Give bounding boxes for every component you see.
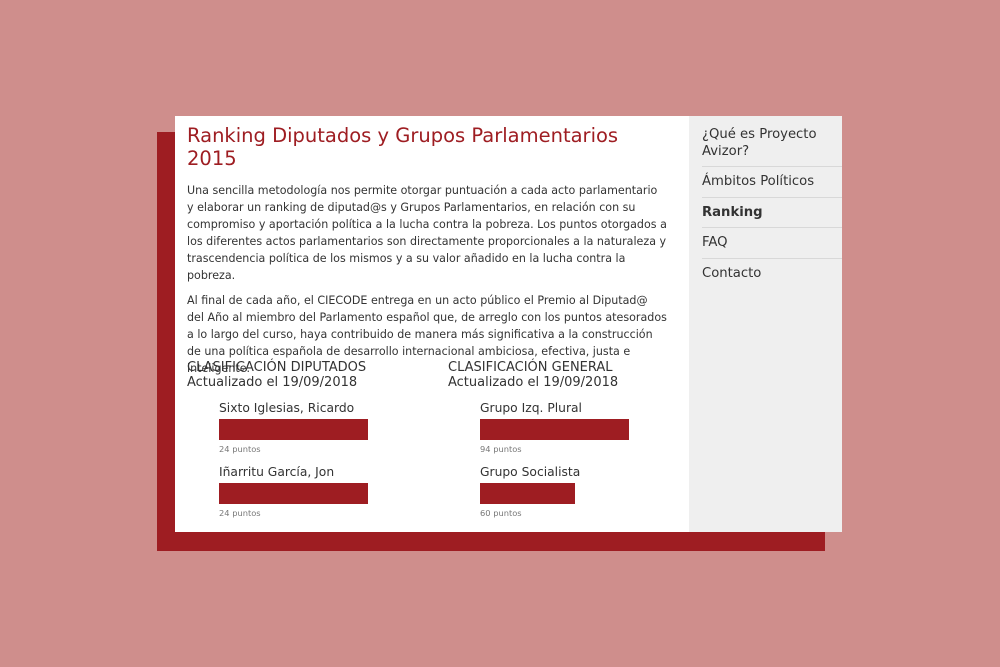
ranking-deputies: CLASIFICACIÓN DIPUTADOS Actualizado el 1… xyxy=(187,360,427,518)
ranking-item-bar xyxy=(219,483,368,504)
ranking-item-bar xyxy=(480,419,629,440)
intro-paragraph: Una sencilla metodología nos permite oto… xyxy=(187,184,667,283)
ranking-deputies-updated: Actualizado el 19/09/2018 xyxy=(187,375,358,390)
sidebar-item-ambitos[interactable]: Ámbitos Políticos xyxy=(702,167,842,198)
ranking-item-name: Grupo Izq. Plural xyxy=(480,401,582,415)
ranking-item: Iñarritu García, Jon 24 puntos xyxy=(219,464,368,519)
page-window: Ranking Diputados y Grupos Parlamentario… xyxy=(175,116,842,532)
sidebar-item-contacto[interactable]: Contacto xyxy=(702,259,842,289)
sidebar-item-ranking[interactable]: Ranking xyxy=(702,198,842,228)
ranking-item-name: Iñarritu García, Jon xyxy=(219,465,335,479)
sidebar-nav: ¿Qué es Proyecto Avizor? Ámbitos Polític… xyxy=(689,116,842,532)
ranking-item-points: 24 puntos xyxy=(219,444,261,454)
ranking-item-points: 94 puntos xyxy=(480,444,522,454)
ranking-item-name: Sixto Iglesias, Ricardo xyxy=(219,401,355,415)
ranking-item: Sixto Iglesias, Ricardo 24 puntos xyxy=(219,400,368,455)
ranking-item: Grupo Socialista 60 puntos xyxy=(480,464,580,519)
ranking-general-updated: Actualizado el 19/09/2018 xyxy=(448,375,619,390)
ranking-general: CLASIFICACIÓN GENERAL Actualizado el 19/… xyxy=(448,360,688,518)
ranking-item-name: Grupo Socialista xyxy=(480,465,581,479)
ranking-item-bar xyxy=(219,419,368,440)
ranking-item-points: 24 puntos xyxy=(219,508,261,518)
sidebar-item-faq[interactable]: FAQ xyxy=(702,228,842,259)
ranking-deputies-heading: CLASIFICACIÓN DIPUTADOS xyxy=(187,360,367,375)
sidebar-item-que-es[interactable]: ¿Qué es Proyecto Avizor? xyxy=(702,127,842,167)
ranking-item: Grupo Izq. Plural 94 puntos xyxy=(480,400,629,455)
page-title: Ranking Diputados y Grupos Parlamentario… xyxy=(187,124,619,170)
ranking-general-heading: CLASIFICACIÓN GENERAL xyxy=(448,360,613,375)
ranking-item-points: 60 puntos xyxy=(480,508,522,518)
ranking-item-bar xyxy=(480,483,575,504)
